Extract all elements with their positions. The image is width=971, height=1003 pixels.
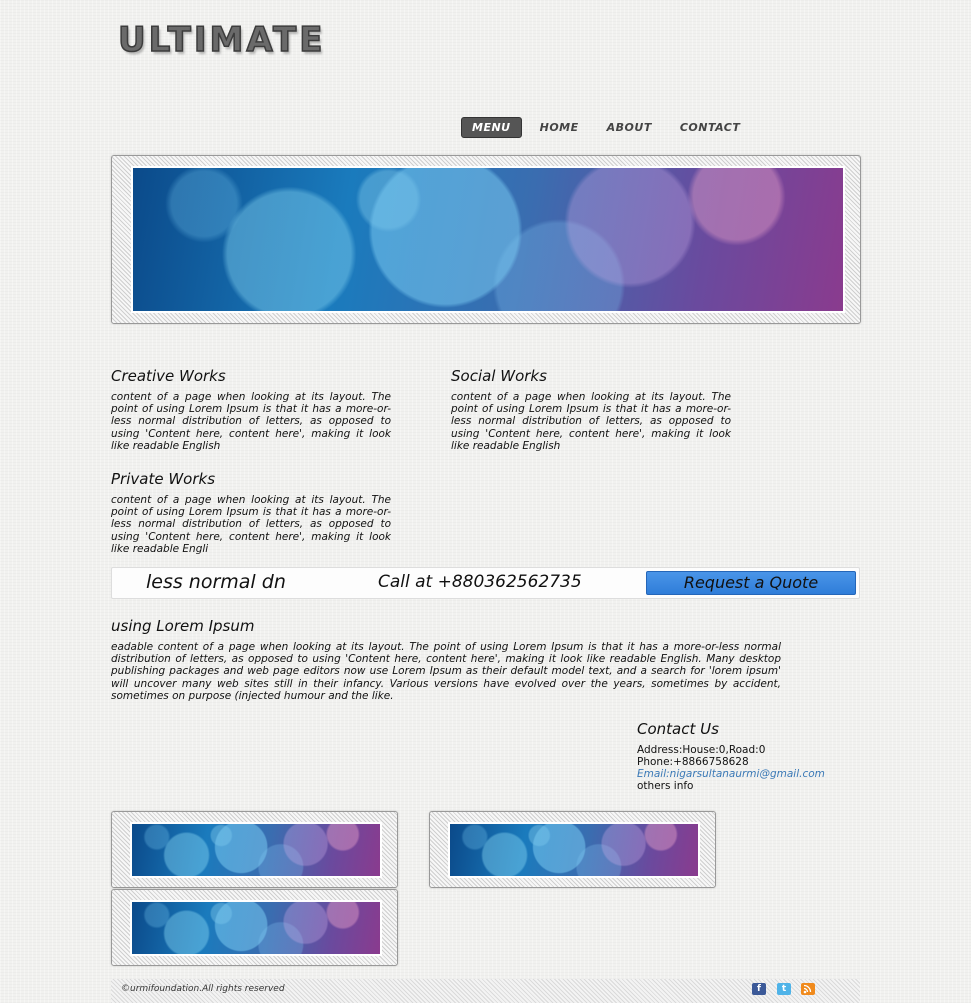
nav-item-home[interactable]: HOME — [530, 118, 589, 137]
private-works-title: Private Works — [111, 470, 216, 488]
contact-email-link[interactable]: Email:nigarsultanaurmi@gmail.com — [637, 768, 825, 780]
footer: ©urmifoundation.All rights reserved f t — [111, 979, 860, 1003]
rss-icon[interactable] — [801, 983, 815, 995]
hero-banner-image — [131, 166, 845, 313]
gallery-thumbnail-3[interactable] — [111, 889, 398, 966]
contact-address: Address:House:0,Road:0 — [637, 744, 766, 756]
request-quote-button[interactable]: Request a Quote — [646, 571, 856, 595]
nav-item-contact[interactable]: CONTACT — [670, 118, 751, 137]
copyright-text: ©urmifoundation.All rights reserved — [121, 984, 285, 994]
marquee-text: less normal dn — [146, 571, 286, 593]
lorem-title: using Lorem Ipsum — [111, 617, 255, 635]
hero-banner — [111, 155, 861, 324]
gallery-thumbnail-2[interactable] — [429, 811, 716, 888]
creative-works-title: Creative Works — [111, 367, 226, 385]
gallery-thumbnail-1[interactable] — [111, 811, 398, 888]
creative-works-text: content of a page when looking at its la… — [111, 391, 391, 452]
contact-other-info: others info — [637, 780, 694, 792]
call-number: Call at +880362562735 — [378, 572, 582, 592]
site-logo[interactable]: ULTIMATE — [117, 19, 325, 61]
social-works-title: Social Works — [451, 367, 547, 385]
contact-phone: Phone:+8866758628 — [637, 756, 749, 768]
nav-item-about[interactable]: ABOUT — [597, 118, 662, 137]
lorem-text: eadable content of a page when looking a… — [111, 641, 781, 702]
nav-item-menu[interactable]: MENU — [461, 117, 522, 138]
social-works-text: content of a page when looking at its la… — [451, 391, 731, 452]
main-nav: MENU HOME ABOUT CONTACT — [461, 117, 751, 138]
quote-bar: less normal dn Call at +880362562735 Req… — [111, 567, 860, 599]
private-works-text: content of a page when looking at its la… — [111, 494, 391, 555]
twitter-icon[interactable]: t — [777, 983, 791, 995]
contact-title: Contact Us — [637, 720, 719, 738]
facebook-icon[interactable]: f — [752, 983, 766, 995]
